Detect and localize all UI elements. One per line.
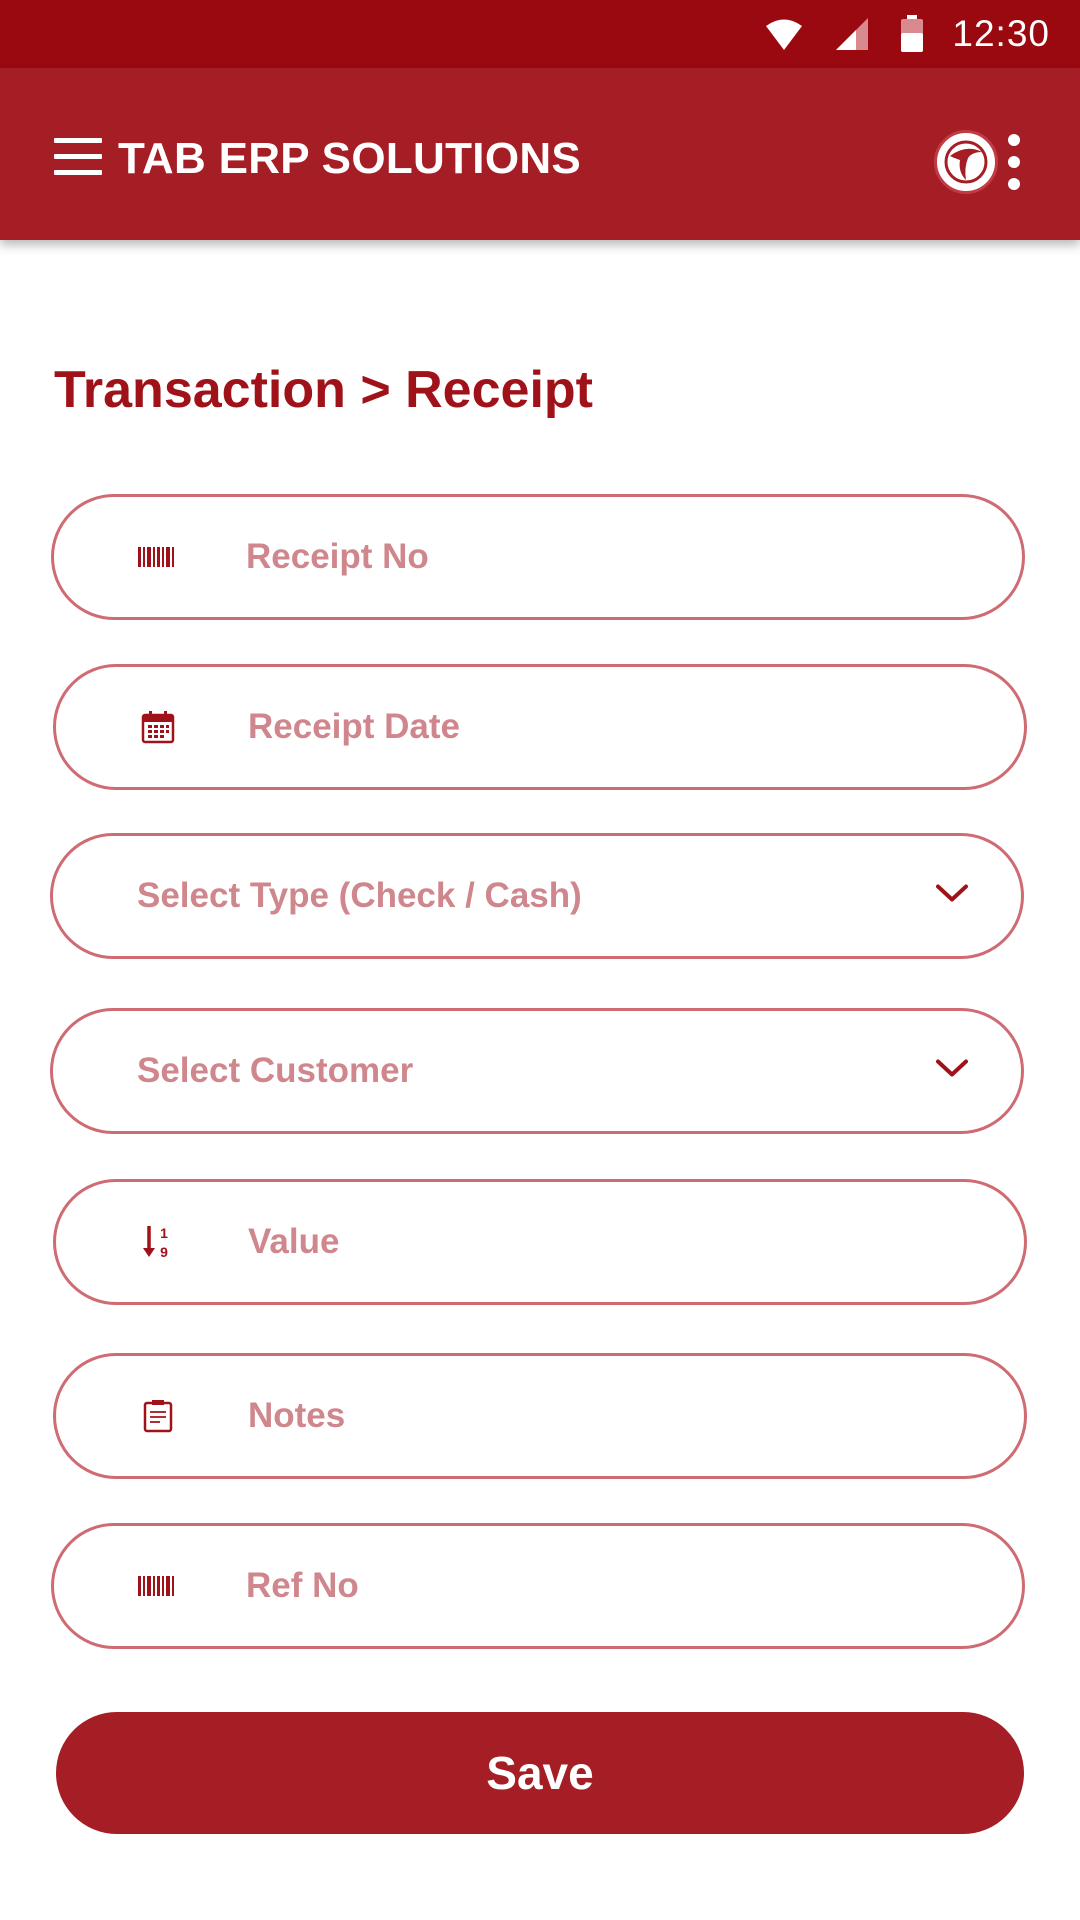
- svg-text:1: 1: [160, 1225, 168, 1241]
- page-title: Transaction > Receipt: [54, 361, 593, 419]
- ref-no-field[interactable]: [51, 1523, 1025, 1649]
- svg-text:9: 9: [160, 1244, 168, 1260]
- hamburger-menu-icon[interactable]: [54, 138, 104, 176]
- value-field[interactable]: 1 9: [53, 1179, 1027, 1305]
- numeric-sort-icon: 1 9: [136, 1220, 180, 1264]
- receipt-date-input[interactable]: [248, 667, 968, 787]
- barcode-icon: [134, 1564, 178, 1608]
- company-logo[interactable]: [934, 130, 998, 194]
- app-title: TAB ERP SOLUTIONS: [118, 134, 582, 183]
- status-clock: 12:30: [952, 13, 1050, 54]
- notes-field[interactable]: [53, 1353, 1027, 1479]
- notepad-icon: [136, 1394, 180, 1438]
- barcode-icon: [134, 535, 178, 579]
- receipt-no-field[interactable]: [51, 494, 1025, 620]
- type-select[interactable]: Select Type (Check / Cash): [50, 833, 1024, 959]
- receipt-date-field[interactable]: [53, 664, 1027, 790]
- more-vertical-icon[interactable]: [1000, 130, 1030, 194]
- value-input[interactable]: [248, 1182, 968, 1302]
- chevron-down-icon: [935, 1059, 969, 1084]
- battery-icon: [900, 15, 924, 53]
- customer-select-value: Select Customer: [137, 1051, 414, 1090]
- type-select-value: Select Type (Check / Cash): [137, 876, 582, 915]
- status-bar: 12:30: [0, 0, 1080, 68]
- chevron-down-icon: [935, 884, 969, 909]
- app-bar: TAB ERP SOLUTIONS: [0, 68, 1080, 240]
- calendar-icon: [136, 705, 180, 749]
- receipt-no-input[interactable]: [246, 497, 966, 617]
- notes-input[interactable]: [248, 1356, 968, 1476]
- cell-signal-icon: [834, 17, 870, 51]
- ref-no-input[interactable]: [246, 1526, 966, 1646]
- save-button[interactable]: Save: [56, 1712, 1024, 1834]
- wifi-icon: [764, 17, 804, 51]
- customer-select[interactable]: Select Customer: [50, 1008, 1024, 1134]
